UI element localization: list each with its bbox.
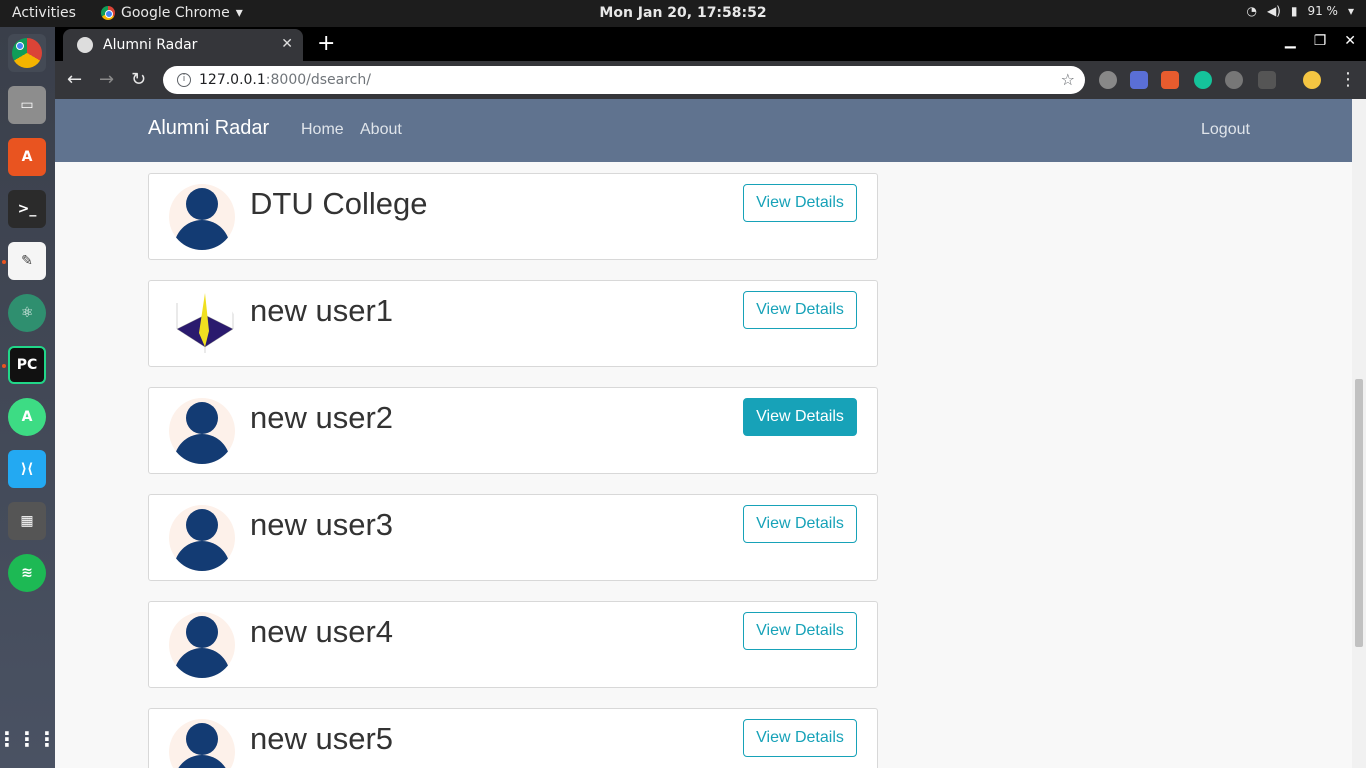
close-icon[interactable]: ✕: [281, 36, 293, 52]
window-controls: ▁ ❐ ✕: [1285, 33, 1356, 49]
user-name: new user2: [250, 400, 394, 435]
view-details-button[interactable]: View Details: [743, 398, 857, 436]
view-details-button[interactable]: View Details: [743, 184, 857, 222]
user-name: new user1: [250, 293, 394, 328]
grammarly-icon[interactable]: [1194, 71, 1212, 89]
minimize-icon[interactable]: ▁: [1285, 33, 1296, 49]
result-card: new user3 View Details: [148, 494, 878, 581]
wifi-icon: ◔: [1246, 4, 1257, 18]
url-host: 127.0.0.1: [199, 72, 266, 88]
result-card: new user4 View Details: [148, 601, 878, 688]
result-card: DTU College View Details: [148, 173, 878, 260]
page-scrollbar[interactable]: [1352, 99, 1366, 768]
user-avatar-plot-image: [169, 291, 235, 357]
user-avatar: [169, 612, 235, 678]
pycharm-icon[interactable]: PC: [8, 346, 46, 384]
close-window-icon[interactable]: ✕: [1344, 33, 1356, 49]
restore-icon[interactable]: ❐: [1314, 33, 1327, 49]
nav-logout[interactable]: Logout: [1201, 121, 1250, 139]
office-extension-icon[interactable]: [1161, 71, 1179, 89]
user-name: new user3: [250, 507, 394, 542]
extension-m-icon[interactable]: [1099, 71, 1117, 89]
info-icon[interactable]: i: [177, 73, 191, 87]
android-studio-icon[interactable]: A: [8, 398, 46, 436]
site-brand[interactable]: Alumni Radar: [148, 117, 269, 140]
reload-icon[interactable]: ↻: [131, 69, 146, 90]
user-name: new user5: [250, 721, 394, 756]
battery-icon: ▮: [1290, 4, 1298, 18]
result-card: new user2 View Details: [148, 387, 878, 474]
result-card: new user1 View Details: [148, 280, 878, 367]
menu-kebab-icon[interactable]: ⋮: [1339, 69, 1357, 90]
scrollbar-thumb[interactable]: [1355, 379, 1363, 647]
chrome-dock-icon[interactable]: [8, 34, 46, 72]
site-navbar: Alumni Radar Home About Logout: [55, 99, 1352, 162]
back-arrow-icon[interactable]: ←: [67, 69, 82, 90]
surface-plot-image: [176, 293, 234, 353]
page-viewport: Alumni Radar Home About Logout DTU Colle…: [55, 99, 1352, 768]
files-icon[interactable]: ▭: [8, 86, 46, 124]
chevron-down-icon: ▾: [1347, 4, 1354, 18]
tab-title: Alumni Radar: [103, 37, 198, 53]
volume-icon: ◀): [1266, 4, 1281, 18]
user-avatar: [169, 505, 235, 571]
view-details-button[interactable]: View Details: [743, 505, 857, 543]
chrome-icon: [12, 38, 42, 68]
new-tab-icon[interactable]: +: [317, 31, 335, 56]
address-bar[interactable]: i 127.0.0.1:8000/dsearch/ ☆: [163, 66, 1085, 94]
browser-toolbar: ← → ↻ i 127.0.0.1:8000/dsearch/ ☆ ⋮: [55, 61, 1366, 99]
atom-icon[interactable]: ⚛: [8, 294, 46, 332]
user-name: new user4: [250, 614, 394, 649]
profile-avatar-icon[interactable]: [1303, 71, 1321, 89]
running-indicator: [2, 260, 6, 264]
running-indicator: [2, 364, 6, 368]
user-avatar: [169, 398, 235, 464]
extension-icon[interactable]: [1225, 71, 1243, 89]
battery-level: 91 %: [1307, 4, 1338, 18]
system-tray[interactable]: ◔ ◀) ▮ 91 % ▾: [1246, 4, 1354, 18]
vscode-icon[interactable]: ⟩⟨: [8, 450, 46, 488]
view-details-button[interactable]: View Details: [743, 291, 857, 329]
software-center-icon[interactable]: A: [8, 138, 46, 176]
nav-about[interactable]: About: [360, 121, 402, 139]
dock: ▭ A >_ ✎ ⚛ PC A ⟩⟨ ▦ ≋ ⋮⋮⋮: [0, 27, 57, 768]
tab-bar: Alumni Radar ✕ + ▁ ❐ ✕: [55, 27, 1366, 61]
view-details-button[interactable]: View Details: [743, 612, 857, 650]
result-card: new user5 View Details: [148, 708, 878, 768]
user-name: DTU College: [250, 186, 428, 221]
browser-window: Alumni Radar ✕ + ▁ ❐ ✕ ← → ↻ i 127.0.0.1…: [55, 27, 1366, 768]
video-editor-icon[interactable]: ▦: [8, 502, 46, 540]
spotify-icon[interactable]: ≋: [8, 554, 46, 592]
translate-extension-icon[interactable]: [1130, 71, 1148, 89]
terminal-icon[interactable]: >_: [8, 190, 46, 228]
user-avatar: [169, 719, 235, 768]
clock[interactable]: Mon Jan 20, 17:58:52: [0, 5, 1366, 21]
show-apps-icon[interactable]: ⋮⋮⋮: [0, 720, 57, 758]
extension-box-icon[interactable]: [1258, 71, 1276, 89]
url-path: :8000/dsearch/: [265, 72, 371, 88]
view-details-button[interactable]: View Details: [743, 719, 857, 757]
user-avatar: [169, 184, 235, 250]
globe-icon: [77, 37, 93, 53]
nav-home[interactable]: Home: [301, 121, 344, 139]
system-top-bar: Activities Google Chrome ▾ Mon Jan 20, 1…: [0, 0, 1366, 27]
text-editor-icon[interactable]: ✎: [8, 242, 46, 280]
bookmark-star-icon[interactable]: ☆: [1061, 70, 1075, 89]
tab-alumni-radar[interactable]: Alumni Radar ✕: [63, 29, 303, 61]
forward-arrow-icon[interactable]: →: [99, 69, 114, 90]
